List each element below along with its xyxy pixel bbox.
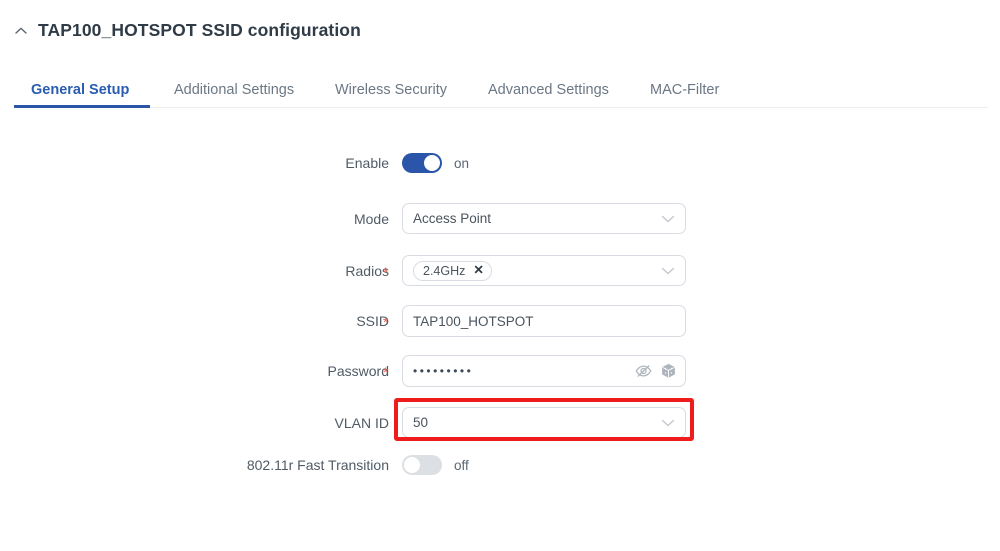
fast-transition-state-label: off [454,457,469,473]
vlan-id-select[interactable]: 50 [402,407,686,438]
field-row-vlan-id: VLAN ID 50 [0,403,1000,443]
field-row-fast-transition: 802.11r Fast Transition off [0,445,1000,485]
chevron-down-icon[interactable] [661,214,675,223]
mode-label: Mode [353,211,389,227]
vlan-id-value: 50 [413,415,429,430]
general-setup-form: Enable on Mode Access Point Radios * 2.4… [0,0,1000,551]
field-row-ssid: SSID * TAP100_HOTSPOT [0,301,1000,341]
chevron-down-icon[interactable] [661,266,675,275]
field-row-radios: Radios * 2.4GHz ✕ [0,251,1000,291]
eye-off-icon[interactable] [635,365,652,378]
mode-value: Access Point [413,211,492,226]
enable-toggle[interactable] [402,153,442,173]
radios-required-marker: * [383,264,389,280]
enable-label: Enable [345,155,389,171]
toggle-knob [404,457,420,473]
radios-control: 2.4GHz ✕ [402,255,686,286]
vlan-id-control: 50 [402,407,686,438]
radio-chip-24ghz[interactable]: 2.4GHz ✕ [413,260,492,281]
close-icon[interactable]: ✕ [473,264,483,277]
fast-transition-control: off [402,445,469,485]
mode-control: Access Point [402,203,686,234]
vlan-id-label: VLAN ID [334,415,389,431]
radio-chip-label: 2.4GHz [423,263,466,278]
ssid-input[interactable]: TAP100_HOTSPOT [402,305,686,337]
fast-transition-toggle[interactable] [402,455,442,475]
field-row-password: Password * ••••••••• [0,351,1000,391]
ssid-value: TAP100_HOTSPOT [413,313,534,329]
field-row-enable: Enable on [0,143,1000,183]
password-actions [635,364,676,379]
chevron-down-icon[interactable] [661,418,675,427]
password-label: Password [327,363,389,379]
password-value: ••••••••• [413,364,474,378]
ssid-required-marker: * [383,314,389,330]
password-required-marker: * [383,364,389,380]
fast-transition-label: 802.11r Fast Transition [246,457,389,473]
password-control: ••••••••• [402,355,686,387]
mode-select[interactable]: Access Point [402,203,686,234]
ssid-configuration-page: TAP100_HOTSPOT SSID configuration Genera… [0,0,1000,551]
toggle-knob [424,155,440,171]
radios-multiselect[interactable]: 2.4GHz ✕ [402,255,686,286]
enable-control: on [402,143,469,183]
dice-icon[interactable] [661,364,676,379]
field-row-mode: Mode Access Point [0,199,1000,239]
ssid-control: TAP100_HOTSPOT [402,305,686,337]
enable-state-label: on [454,155,470,171]
password-input[interactable]: ••••••••• [402,355,686,387]
